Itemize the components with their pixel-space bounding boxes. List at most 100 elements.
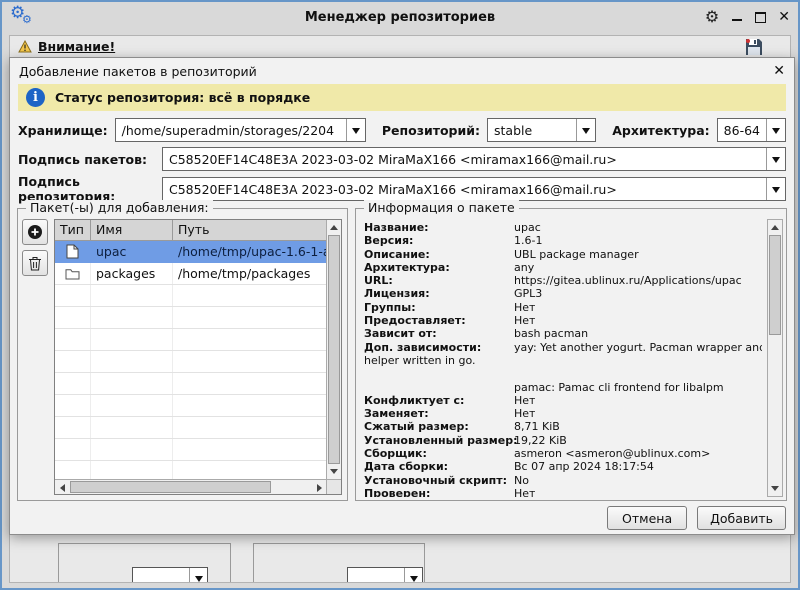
package-signature-combobox[interactable]: C58520EF14C48E3A 2023-03-02 MiraMaX166 <…	[162, 147, 786, 171]
chevron-down-icon[interactable]	[404, 568, 422, 583]
package-info-groupbox: Информация о пакете Название:upacВерсия:…	[355, 208, 787, 501]
save-icon[interactable]	[745, 38, 763, 59]
main-window: ⚙ ⚙ Менеджер репозиториев ⚙ ✕ Внимание!	[0, 0, 800, 590]
package-signature-label: Подпись пакетов:	[18, 152, 162, 167]
add-packages-dialog: Добавление пакетов в репозиторий ✕ i Ста…	[9, 57, 795, 535]
chevron-down-icon[interactable]	[766, 178, 785, 200]
scrollbar-thumb[interactable]	[769, 235, 781, 335]
info-vertical-scrollbar[interactable]	[767, 219, 783, 497]
warning-icon	[18, 40, 32, 53]
package-table: Тип Имя Путь upac/home/tmp/upac-1.6-1-an…	[54, 219, 342, 495]
warning-row: Внимание!	[18, 39, 115, 54]
plus-circle-icon	[27, 224, 43, 240]
trash-icon	[28, 255, 42, 271]
window-title: Менеджер репозиториев	[2, 10, 798, 25]
info-row: Версия:1.6-1	[364, 234, 762, 247]
package-info-legend: Информация о пакете	[364, 200, 519, 215]
info-row: Архитектура:any	[364, 261, 762, 274]
dialog-buttons: Отмена Добавить	[607, 506, 786, 530]
add-package-button[interactable]	[22, 219, 48, 245]
packages-groupbox: Пакет(-ы) для добавления:	[17, 208, 348, 501]
file-icon	[55, 241, 91, 262]
close-window-button[interactable]: ✕	[778, 10, 790, 24]
column-header-type[interactable]: Тип	[55, 220, 91, 240]
architecture-label: Архитектура:	[612, 123, 709, 138]
form-row: Хранилище: /home/superadmin/storages/220…	[18, 118, 786, 142]
storage-combobox[interactable]: /home/superadmin/storages/2204	[115, 118, 366, 142]
scrollbar-thumb[interactable]	[70, 481, 271, 493]
info-row: Название:upac	[364, 221, 762, 234]
architecture-combobox[interactable]: 86-64	[717, 118, 786, 142]
info-row: Установочный скрипт:No	[364, 474, 762, 487]
table-empty-row	[55, 351, 326, 373]
scroll-left-icon[interactable]	[55, 480, 69, 495]
package-table-header: Тип Имя Путь	[55, 220, 326, 241]
scroll-up-icon[interactable]	[768, 220, 782, 235]
chevron-down-icon[interactable]	[189, 568, 207, 583]
folder-icon	[55, 263, 91, 284]
info-row: URL:https://gitea.ublinux.ru/Application…	[364, 274, 762, 287]
scroll-down-icon[interactable]	[768, 481, 782, 496]
table-empty-row	[55, 395, 326, 417]
maximize-button[interactable]	[755, 12, 766, 23]
info-row: Конфликтует с:Нет	[364, 394, 762, 407]
repo-signature-combobox[interactable]: C58520EF14C48E3A 2023-03-02 MiraMaX166 <…	[162, 177, 786, 201]
package-signature-row: Подпись пакетов: C58520EF14C48E3A 2023-0…	[18, 147, 786, 171]
table-empty-row	[55, 307, 326, 329]
packages-toolbar	[22, 219, 48, 276]
table-empty-row	[55, 373, 326, 395]
column-header-path[interactable]: Путь	[173, 220, 326, 240]
table-empty-row	[55, 417, 326, 439]
info-row: Сборщик:asmeron <asmeron@ublinux.com>	[364, 447, 762, 460]
info-row: Проверен:Нет	[364, 487, 762, 497]
table-empty-row	[55, 439, 326, 461]
scroll-right-icon[interactable]	[312, 480, 326, 495]
background-combo[interactable]	[347, 567, 423, 583]
titlebar: ⚙ ⚙ Менеджер репозиториев ⚙ ✕	[2, 2, 798, 32]
package-table-body: upac/home/tmp/upac-1.6-1-anypackages/hom…	[55, 241, 326, 479]
chevron-down-icon[interactable]	[766, 148, 785, 170]
minimize-button[interactable]	[731, 11, 743, 23]
info-row: Описание:UBL package manager	[364, 248, 762, 261]
table-empty-row	[55, 329, 326, 351]
info-row	[364, 367, 762, 380]
info-row: Установленный размер:19,22 KiB	[364, 434, 762, 447]
info-row: helper written in go.	[364, 354, 762, 367]
scroll-down-icon[interactable]	[327, 464, 341, 479]
cancel-button[interactable]: Отмена	[607, 506, 687, 530]
info-row: pamac: Pamac cli frontend for libalpm	[364, 381, 762, 394]
status-text: Статус репозитория: всё в порядке	[55, 90, 310, 105]
table-row[interactable]: upac/home/tmp/upac-1.6-1-any	[55, 241, 326, 263]
vertical-scrollbar[interactable]	[326, 220, 341, 479]
info-row: Группы:Нет	[364, 301, 762, 314]
info-row: Заменяет:Нет	[364, 407, 762, 420]
scrollbar-corner	[326, 479, 341, 494]
package-path: /home/tmp/packages	[173, 263, 326, 284]
horizontal-scrollbar[interactable]	[55, 479, 326, 494]
info-icon: i	[26, 88, 45, 107]
status-bar: i Статус репозитория: всё в порядке	[18, 84, 786, 111]
background-combo[interactable]	[132, 567, 208, 583]
column-header-name[interactable]: Имя	[91, 220, 173, 240]
chevron-down-icon[interactable]	[346, 119, 365, 141]
table-row[interactable]: packages/home/tmp/packages	[55, 263, 326, 285]
package-name: packages	[91, 263, 173, 284]
add-button[interactable]: Добавить	[697, 506, 786, 530]
dialog-close-button[interactable]: ✕	[773, 64, 785, 78]
info-row: Сжатый размер:8,71 KiB	[364, 420, 762, 433]
packages-legend: Пакет(-ы) для добавления:	[26, 200, 213, 215]
scrollbar-thumb[interactable]	[328, 235, 340, 464]
package-path: /home/tmp/upac-1.6-1-any	[173, 241, 326, 262]
remove-package-button[interactable]	[22, 250, 48, 276]
table-empty-row	[55, 285, 326, 307]
repository-label: Репозиторий:	[382, 123, 480, 138]
chevron-down-icon[interactable]	[766, 119, 785, 141]
dialog-title: Добавление пакетов в репозиторий	[19, 64, 257, 79]
scroll-up-icon[interactable]	[327, 220, 341, 235]
chevron-down-icon[interactable]	[576, 119, 595, 141]
info-row: Дата сборки:Вс 07 апр 2024 18:17:54	[364, 460, 762, 473]
dialog-header: Добавление пакетов в репозиторий ✕	[10, 58, 794, 84]
settings-gear-icon[interactable]: ⚙	[705, 9, 719, 25]
repository-combobox[interactable]: stable	[487, 118, 596, 142]
info-row: Предоставляет:Нет	[364, 314, 762, 327]
